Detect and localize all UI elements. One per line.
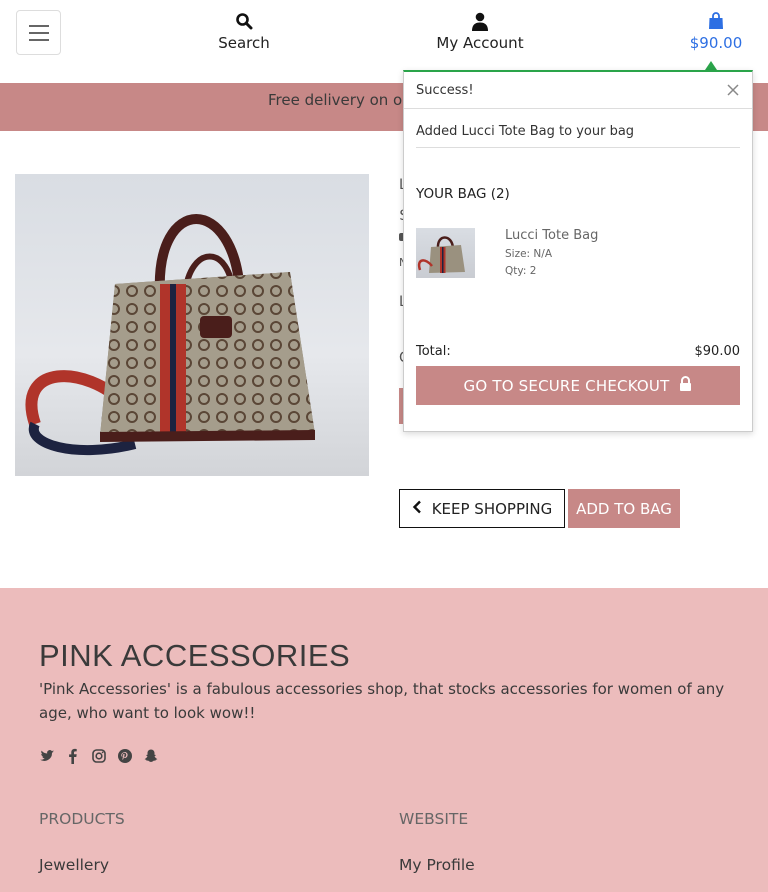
bag-total-value: $90.00 [694, 344, 741, 359]
pinterest-icon[interactable] [117, 748, 133, 764]
popup-divider [416, 147, 740, 148]
popup-title: Success! [416, 83, 474, 98]
keep-shopping-button[interactable]: KEEP SHOPPING [399, 489, 565, 528]
footer-link-jewellery[interactable]: Jewellery [39, 856, 109, 874]
user-icon [430, 12, 530, 32]
menu-toggle-button[interactable] [16, 10, 61, 55]
add-to-bag-label: ADD TO BAG [576, 499, 672, 518]
site-footer: PINK ACCESSORIES 'Pink Accessories' is a… [0, 588, 768, 892]
chevron-left-icon [412, 500, 422, 518]
footer-products-heading: PRODUCTS [39, 810, 125, 828]
shopping-bag-icon [684, 12, 748, 32]
nav-account-label: My Account [436, 34, 524, 52]
footer-link-my-profile[interactable]: My Profile [399, 856, 475, 874]
hamburger-line [29, 25, 49, 27]
popup-header: Success! [404, 72, 752, 109]
popup-message: Added Lucci Tote Bag to your bag [416, 124, 635, 139]
search-icon [212, 12, 276, 32]
hamburger-line [29, 39, 49, 41]
nav-account-link[interactable]: My Account [430, 12, 530, 52]
nav-search-link[interactable]: Search [212, 12, 276, 52]
secure-checkout-button[interactable]: GO TO SECURE CHECKOUT [416, 366, 740, 405]
bag-heading: YOUR BAG (2) [416, 186, 510, 202]
bag-item-qty: Qty: 2 [505, 265, 537, 277]
bag-item-name: Lucci Tote Bag [505, 228, 599, 243]
product-image [15, 174, 369, 476]
keep-shopping-label: KEEP SHOPPING [431, 499, 553, 518]
bag-item-size: Size: N/A [505, 248, 553, 260]
social-links [39, 748, 159, 764]
instagram-icon[interactable] [91, 748, 107, 764]
nav-bag-link[interactable]: $90.00 [684, 12, 748, 52]
snapchat-icon[interactable] [143, 748, 159, 764]
footer-tagline: 'Pink Accessories' is a fabulous accesso… [39, 680, 725, 722]
lock-icon [679, 376, 692, 395]
close-icon[interactable] [726, 82, 740, 96]
twitter-icon[interactable] [39, 748, 55, 764]
bag-total-label: Total: [416, 344, 451, 359]
hamburger-line [29, 32, 49, 34]
bag-item-thumbnail [416, 228, 475, 278]
bag-success-popup: Success! Added Lucci Tote Bag to your ba… [403, 70, 753, 432]
footer-website-heading: WEBSITE [399, 810, 469, 828]
delivery-banner-text: Free delivery on ord [268, 91, 418, 109]
checkout-label: GO TO SECURE CHECKOUT [463, 376, 670, 395]
bag-total: $90.00 [689, 34, 743, 52]
add-to-bag-button[interactable]: ADD TO BAG [568, 489, 680, 528]
footer-brand: PINK ACCESSORIES [39, 638, 351, 673]
popup-arrow [705, 61, 717, 70]
nav-search-label: Search [218, 34, 270, 52]
facebook-icon[interactable] [65, 748, 81, 764]
